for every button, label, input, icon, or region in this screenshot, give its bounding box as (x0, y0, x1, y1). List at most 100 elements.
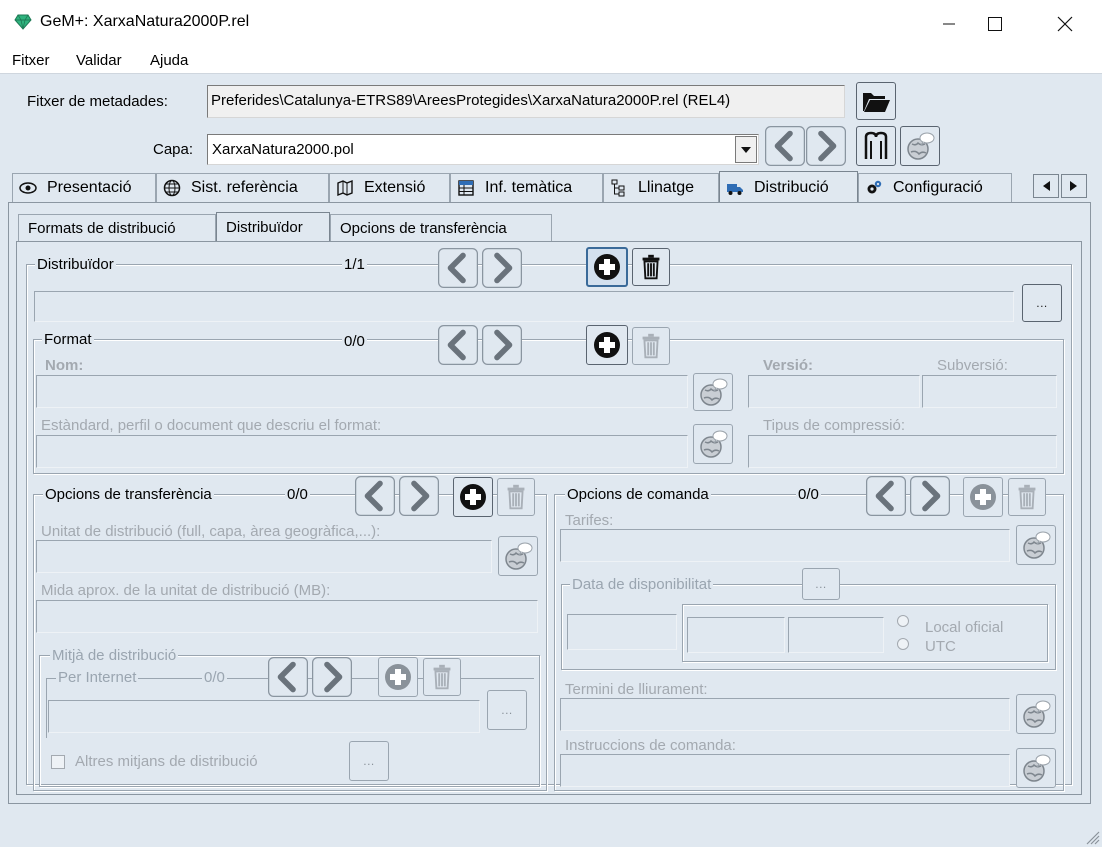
radio-local-label: Local oficial (925, 619, 1004, 636)
unit-globe-button[interactable] (498, 536, 538, 576)
format-delete-button[interactable] (632, 327, 670, 365)
globe-icon (1020, 752, 1052, 784)
trash-icon (501, 482, 531, 512)
tab-presentacio[interactable]: Presentació (12, 173, 156, 202)
turnaround-field[interactable] (560, 698, 1010, 731)
close-button[interactable] (1042, 0, 1088, 48)
globe-icon (697, 428, 729, 460)
order-prev-button[interactable] (866, 476, 906, 516)
ellipsis-label: ... (1036, 296, 1048, 310)
turnaround-globe-button[interactable] (1016, 694, 1056, 734)
transfer-next-button[interactable] (399, 476, 439, 516)
open-folder-button[interactable] (856, 82, 896, 120)
open-folder-icon (863, 93, 890, 112)
internet-prev-button[interactable] (268, 657, 308, 697)
layer-dropdown-button[interactable] (735, 136, 757, 163)
radio-local[interactable] (897, 615, 909, 627)
distributor-ellipsis-button[interactable]: ... (1022, 284, 1062, 322)
distributor-prev-button[interactable] (438, 248, 478, 288)
other-media-ellipsis-button[interactable]: ... (349, 741, 389, 781)
format-name-field[interactable] (36, 375, 688, 408)
tab-sist-referencia[interactable]: Sist. referència (156, 173, 329, 202)
unit-label: Unitat de distribució (full, capa, àrea … (41, 523, 381, 540)
menu-ajuda[interactable]: Ajuda (150, 52, 188, 69)
subtab-opcions-transferencia[interactable]: Opcions de transferència (330, 214, 552, 241)
tab-distribucio[interactable]: Distribució (719, 171, 858, 203)
size-field[interactable] (36, 600, 538, 633)
unit-field[interactable] (36, 540, 492, 573)
instructions-globe-button[interactable] (1016, 748, 1056, 788)
distributor-delete-button[interactable] (632, 248, 670, 286)
transfer-add-button[interactable] (453, 477, 493, 517)
format-next-button[interactable] (482, 325, 522, 365)
minimize-icon (943, 23, 955, 25)
metadata-file-value: Preferides\Catalunya-ETRS89\AreesProtegi… (211, 92, 731, 109)
globe-button[interactable] (900, 126, 940, 166)
tab-configuracio[interactable]: Configuració (858, 173, 1012, 202)
fees-field[interactable] (560, 529, 1010, 562)
internet-add-button[interactable] (378, 657, 418, 697)
internet-field[interactable] (48, 700, 480, 733)
format-standard-globe-button[interactable] (693, 424, 733, 464)
format-compression-field[interactable] (748, 435, 1057, 468)
availability-date-field[interactable] (567, 614, 677, 650)
tab-label: Extensió (364, 179, 426, 196)
tab-extensio[interactable]: Extensió (329, 173, 450, 202)
distributor-counter: 1/1 (342, 256, 367, 273)
globe-icon (1020, 698, 1052, 730)
format-add-button[interactable] (586, 325, 628, 365)
metadata-file-field[interactable]: Preferides\Catalunya-ETRS89\AreesProtegi… (207, 85, 845, 118)
internet-next-button[interactable] (312, 657, 352, 697)
order-delete-button[interactable] (1008, 478, 1046, 516)
instructions-field[interactable] (560, 754, 1010, 787)
order-next-button[interactable] (910, 476, 950, 516)
internet-ellipsis-button[interactable]: ... (487, 690, 527, 730)
radio-utc[interactable] (897, 638, 909, 650)
availability-hour-field[interactable] (687, 617, 785, 653)
maximize-button[interactable] (972, 0, 1018, 48)
subtab-distribuidor[interactable]: Distribuïdor (216, 212, 330, 242)
tab-label: Sist. referència (191, 179, 298, 196)
internet-delete-button[interactable] (423, 658, 461, 696)
tab-scroll-left-button[interactable] (1033, 174, 1059, 198)
globe-icon (502, 540, 534, 572)
metadata-m-button[interactable] (856, 126, 896, 166)
format-subversion-label: Subversió: (937, 357, 1008, 374)
transfer-prev-button[interactable] (355, 476, 395, 516)
internet-title: Per Internet (56, 669, 139, 686)
layer-select[interactable]: XarxaNatura2000.pol (207, 134, 759, 165)
minimize-button[interactable] (926, 0, 972, 48)
format-standard-field[interactable] (36, 435, 688, 468)
layer-prev-button[interactable] (765, 126, 805, 166)
window-title: GeM+: XarxaNatura2000P.rel (40, 13, 250, 30)
other-media-checkbox[interactable] (51, 755, 65, 769)
distributor-add-button[interactable] (586, 247, 628, 287)
tab-llinatge[interactable]: Llinatge (603, 173, 719, 202)
transfer-delete-button[interactable] (497, 478, 535, 516)
subtab-formats-distribucio[interactable]: Formats de distribució (18, 214, 216, 241)
tab-inf-tematica[interactable]: Inf. temàtica (450, 173, 603, 202)
tab-label: Inf. temàtica (485, 179, 573, 196)
menu-fitxer[interactable]: Fitxer (12, 52, 50, 69)
format-name-globe-button[interactable] (693, 373, 733, 411)
layer-label: Capa: (153, 141, 194, 158)
fees-globe-button[interactable] (1016, 525, 1056, 565)
fees-label: Tarifes: (565, 512, 614, 529)
tab-label: Distribució (754, 178, 829, 196)
distributor-next-button[interactable] (482, 248, 522, 288)
order-add-button[interactable] (963, 477, 1003, 517)
format-counter: 0/0 (342, 333, 367, 350)
tab-scroll-right-button[interactable] (1061, 174, 1087, 198)
format-subversion-field[interactable] (922, 375, 1057, 408)
distributor-field[interactable] (34, 291, 1014, 322)
format-version-field[interactable] (748, 375, 920, 408)
resize-grip-icon[interactable] (1084, 829, 1100, 845)
layer-next-button[interactable] (806, 126, 846, 166)
format-prev-button[interactable] (438, 325, 478, 365)
menu-validar[interactable]: Validar (76, 52, 122, 69)
plus-circle-icon (591, 251, 623, 283)
other-media-label: Altres mitjans de distribució (75, 753, 258, 770)
turnaround-label: Termini de lliurament: (565, 681, 708, 698)
availability-ellipsis-button[interactable]: ... (802, 568, 840, 600)
availability-minute-field[interactable] (788, 617, 884, 653)
